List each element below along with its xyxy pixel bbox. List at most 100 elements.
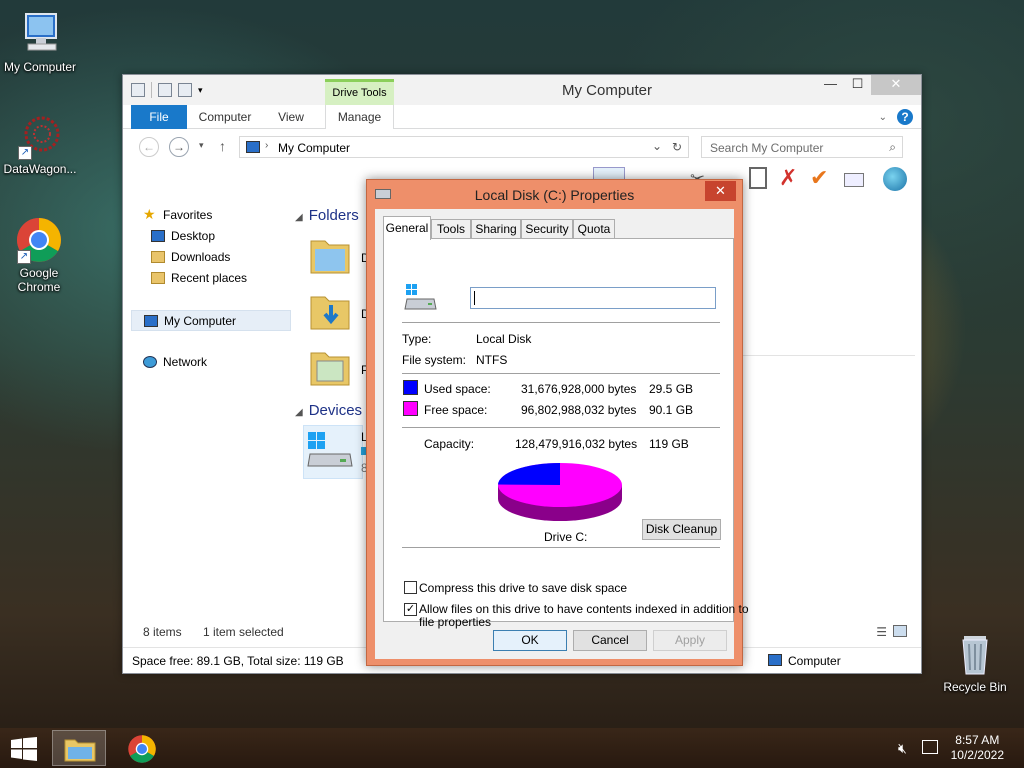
computer-small-icon xyxy=(768,654,782,666)
datawagon-icon: ↗ xyxy=(16,112,64,160)
folder-item[interactable] xyxy=(309,289,353,333)
dialog-close-button[interactable]: ✕ xyxy=(705,181,736,201)
free-space-label: Free space: xyxy=(424,403,488,417)
drive-name-input[interactable] xyxy=(470,287,716,309)
apply-button[interactable]: Apply xyxy=(653,630,727,651)
selected-count: 1 item selected xyxy=(203,625,284,639)
cancel-button[interactable]: Cancel xyxy=(573,630,647,651)
ok-button[interactable]: OK xyxy=(493,630,567,651)
nav-my-computer[interactable]: My Computer xyxy=(131,310,291,331)
search-placeholder: Search My Computer xyxy=(710,141,824,155)
up-button[interactable]: ↑ xyxy=(219,138,226,154)
desktop-icon-datawagon[interactable]: ↗ DataWagon... xyxy=(0,112,80,176)
computer-small-icon xyxy=(144,315,158,327)
clock-date: 10/2/2022 xyxy=(950,748,1004,762)
taskbar-file-explorer[interactable] xyxy=(52,730,106,766)
downloads-folder-icon xyxy=(310,296,350,330)
tab-tools[interactable]: Tools xyxy=(431,219,471,239)
address-bar[interactable]: › My Computer ⌄ ↻ xyxy=(239,136,689,158)
folder-item[interactable] xyxy=(309,345,353,389)
tab-file[interactable]: File xyxy=(131,105,187,129)
address-text: My Computer xyxy=(278,141,351,155)
start-button[interactable] xyxy=(10,737,38,764)
nav-recent-places[interactable]: Recent places xyxy=(131,268,291,289)
chrome-icon xyxy=(128,735,156,763)
tab-security[interactable]: Security xyxy=(521,219,573,239)
volume-muted-icon[interactable]: 🔇︎ xyxy=(898,740,907,757)
group-devices[interactable]: ◢ Devices xyxy=(295,402,362,419)
downloads-icon xyxy=(151,251,165,263)
desktop-icon-label: Recycle Bin xyxy=(943,680,1007,694)
shortcut-arrow-icon: ↗ xyxy=(18,146,32,160)
nav-desktop[interactable]: Desktop xyxy=(131,226,291,247)
tab-computer[interactable]: Computer xyxy=(193,105,257,129)
desktop-icon-recycle-bin[interactable]: Recycle Bin xyxy=(935,630,1015,694)
ribbon-tabs: File Computer View Manage ⌄ ? xyxy=(123,105,921,129)
desktop-icon-label: Google Chrome xyxy=(17,266,61,294)
large-icons-view-icon[interactable] xyxy=(893,625,907,637)
tab-manage[interactable]: Manage xyxy=(325,105,394,129)
tab-general[interactable]: General xyxy=(383,216,431,240)
maximize-button[interactable]: ☐ xyxy=(844,75,871,95)
nav-network[interactable]: Network xyxy=(131,352,291,373)
refresh-icon[interactable]: ↻ xyxy=(672,140,682,154)
chrome-icon: ↗ xyxy=(15,216,63,264)
expand-ribbon-icon[interactable]: ⌄ xyxy=(879,112,887,123)
filesystem-label: File system: xyxy=(402,353,467,367)
index-label: Allow files on this drive to have conten… xyxy=(419,602,749,629)
free-space-bytes: 96,802,988,032 bytes xyxy=(521,403,637,417)
back-button[interactable]: ← xyxy=(139,137,159,157)
dialog-body: General Tools Sharing Security Quota Typ… xyxy=(375,209,749,659)
breadcrumb-chevron-icon: › xyxy=(265,140,269,151)
properties-icon[interactable] xyxy=(844,173,864,187)
type-value: Local Disk xyxy=(476,332,532,346)
search-input[interactable]: Search My Computer ⌕ xyxy=(701,136,903,158)
window-titlebar[interactable]: ▾ Drive Tools My Computer — ☐ ✕ xyxy=(123,75,921,105)
minimize-button[interactable]: — xyxy=(817,75,844,95)
network-status-icon[interactable] xyxy=(922,740,938,754)
shortcut-arrow-icon: ↗ xyxy=(17,250,31,264)
free-space-swatch xyxy=(403,401,418,416)
disk-cleanup-button[interactable]: Disk Cleanup xyxy=(642,519,721,540)
desktop-icon-chrome[interactable]: ↗ Google Chrome xyxy=(0,216,78,294)
folder-item[interactable] xyxy=(309,233,353,277)
nav-downloads[interactable]: Downloads xyxy=(131,247,291,268)
checkmark-icon[interactable]: ✔ xyxy=(810,165,828,191)
clipboard-icon[interactable] xyxy=(749,167,767,189)
tab-quota[interactable]: Quota xyxy=(573,219,615,239)
windows-logo-icon xyxy=(11,737,37,761)
hard-drive-icon xyxy=(307,432,353,467)
space-info: Space free: 89.1 GB, Total size: 119 GB xyxy=(132,654,344,668)
tab-view[interactable]: View xyxy=(263,105,319,129)
free-space-size: 90.1 GB xyxy=(649,403,694,417)
pie-slice-used xyxy=(498,463,560,485)
group-folders[interactable]: ◢ Folders xyxy=(295,207,359,224)
folder-icon xyxy=(310,240,350,274)
help-icon[interactable]: ? xyxy=(897,109,913,125)
device-item-local-disk[interactable] xyxy=(303,425,363,479)
used-space-label: Used space: xyxy=(424,382,491,396)
used-space-bytes: 31,676,928,000 bytes xyxy=(521,382,637,396)
hard-drive-icon xyxy=(404,284,437,310)
close-button[interactable]: ✕ xyxy=(871,75,921,95)
forward-button[interactable]: → xyxy=(169,137,189,157)
delete-icon[interactable]: ✗ xyxy=(779,165,797,191)
disk-usage-pie xyxy=(498,463,622,521)
address-dropdown-icon[interactable]: ⌄ xyxy=(652,139,662,153)
globe-icon[interactable] xyxy=(883,167,907,191)
recent-locations-icon[interactable]: ▾ xyxy=(199,140,204,151)
compress-checkbox[interactable] xyxy=(404,581,417,594)
computer-icon xyxy=(16,10,64,58)
desktop-icon-my-computer[interactable]: My Computer xyxy=(0,10,80,74)
taskbar-clock[interactable]: 8:57 AM 10/2/2022 xyxy=(951,733,1004,763)
index-checkbox[interactable]: ✓ xyxy=(404,603,417,616)
tab-sharing[interactable]: Sharing xyxy=(471,219,521,239)
nav-favorites[interactable]: ★ Favorites xyxy=(131,205,291,226)
navigation-pane: ★ Favorites Desktop Downloads Recent pla… xyxy=(131,205,291,373)
network-icon xyxy=(143,356,157,368)
taskbar-chrome[interactable] xyxy=(116,730,170,766)
type-label: Type: xyxy=(402,332,432,346)
filesystem-value: NTFS xyxy=(476,353,508,367)
details-view-icon[interactable]: ☰ xyxy=(876,625,887,639)
address-row: ← → ▾ ↑ › My Computer ⌄ ↻ Search My Comp… xyxy=(123,129,921,163)
